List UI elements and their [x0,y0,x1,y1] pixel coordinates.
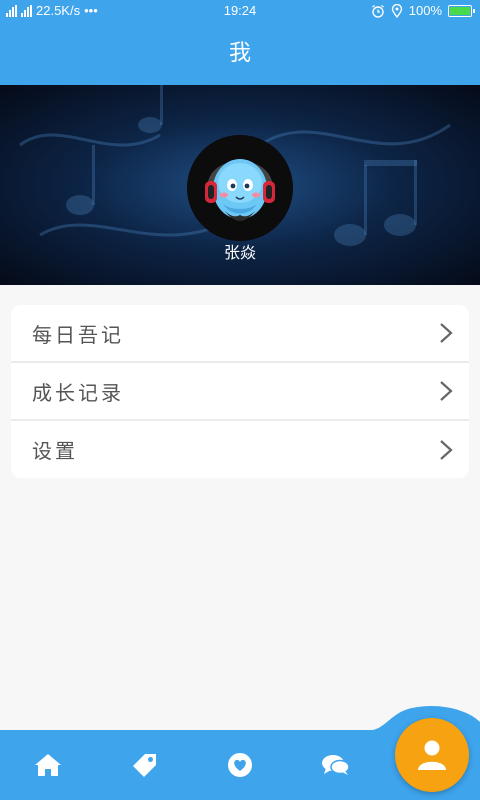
menu-item-daily-journal[interactable]: 每日吾记 [11,305,469,363]
profile-menu: 每日吾记 成长记录 设置 [11,305,469,478]
menu-item-growth-record[interactable]: 成长记录 [11,363,469,421]
chevron-right-icon [440,381,453,401]
tab-tags[interactable] [96,730,192,800]
tab-list [0,730,400,800]
chevron-right-icon [440,439,453,460]
user-icon [418,740,446,770]
status-right: 100% [371,3,475,18]
username: 张焱 [223,243,256,262]
tab-messages[interactable] [288,730,384,800]
bottom-tab-bar [0,704,480,800]
chat-bubbles-icon [322,755,350,775]
menu-item-settings[interactable]: 设置 [11,421,469,478]
menu-item-label: 成长记录 [32,380,124,405]
headphone-face-avatar-icon [187,135,293,241]
heart-icon [228,753,252,777]
page-title: 我 [0,22,480,85]
tab-favorites[interactable] [192,730,288,800]
tag-icon [133,754,156,777]
tab-profile-active-button[interactable] [395,718,469,792]
battery-icon [448,4,475,17]
battery-percent: 100% [408,3,442,18]
avatar[interactable] [187,135,293,241]
location-icon [391,3,402,18]
home-icon [35,754,61,776]
profile-banner: 张焱 [0,85,480,285]
menu-item-label: 设置 [32,439,78,463]
menu-item-label: 每日吾记 [32,322,124,347]
tab-home[interactable] [0,730,96,800]
chevron-right-icon [440,323,453,343]
status-bar: 22.5K/s ••• 19:24 100% [0,0,480,22]
alarm-icon [371,4,384,18]
